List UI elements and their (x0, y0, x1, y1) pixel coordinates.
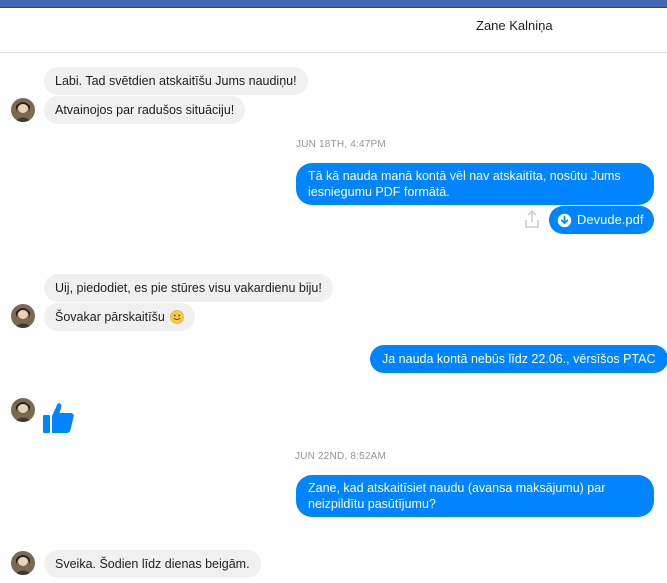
timestamp: JUN 18TH, 4:47PM (296, 139, 386, 150)
file-name: Devude.pdf (577, 212, 644, 227)
message-incoming[interactable]: Labi. Tad svētdien atskaitīšu Jums naudi… (44, 67, 308, 95)
message-text: Šovakar pārskaitīšu (55, 310, 165, 324)
message-incoming[interactable]: Sveika. Šodien līdz dienas beigām. (44, 550, 261, 578)
avatar[interactable] (11, 398, 35, 422)
conversation-header: Zane Kalniņa (0, 8, 667, 53)
file-attachment[interactable]: Devude.pdf (549, 206, 654, 234)
message-incoming[interactable]: Šovakar pārskaitīšu (44, 303, 196, 331)
slightly-smiling-face-emoji (170, 310, 185, 324)
message-incoming[interactable]: Uij, piedodiet, es pie stūres visu vakar… (44, 274, 333, 302)
message-outgoing[interactable]: Zane, kad atskaitīsiet naudu (avansa mak… (296, 475, 654, 517)
share-icon[interactable] (524, 209, 540, 229)
contact-name[interactable]: Zane Kalniņa (476, 18, 553, 33)
avatar[interactable] (11, 551, 35, 575)
avatar[interactable] (11, 304, 35, 328)
timestamp: JUN 22ND, 8:52AM (295, 451, 387, 462)
download-icon (557, 213, 572, 227)
message-outgoing[interactable]: Ja nauda kontā nebūs līdz 22.06., vērsīš… (370, 345, 667, 373)
thumbs-up-icon[interactable] (42, 401, 76, 435)
message-incoming[interactable]: Atvainojos par radušos situāciju! (44, 96, 246, 124)
avatar[interactable] (11, 98, 35, 122)
message-outgoing[interactable]: Tā kā nauda manā kontā vēl nav atskaitīt… (296, 163, 654, 205)
top-bar (0, 0, 667, 8)
